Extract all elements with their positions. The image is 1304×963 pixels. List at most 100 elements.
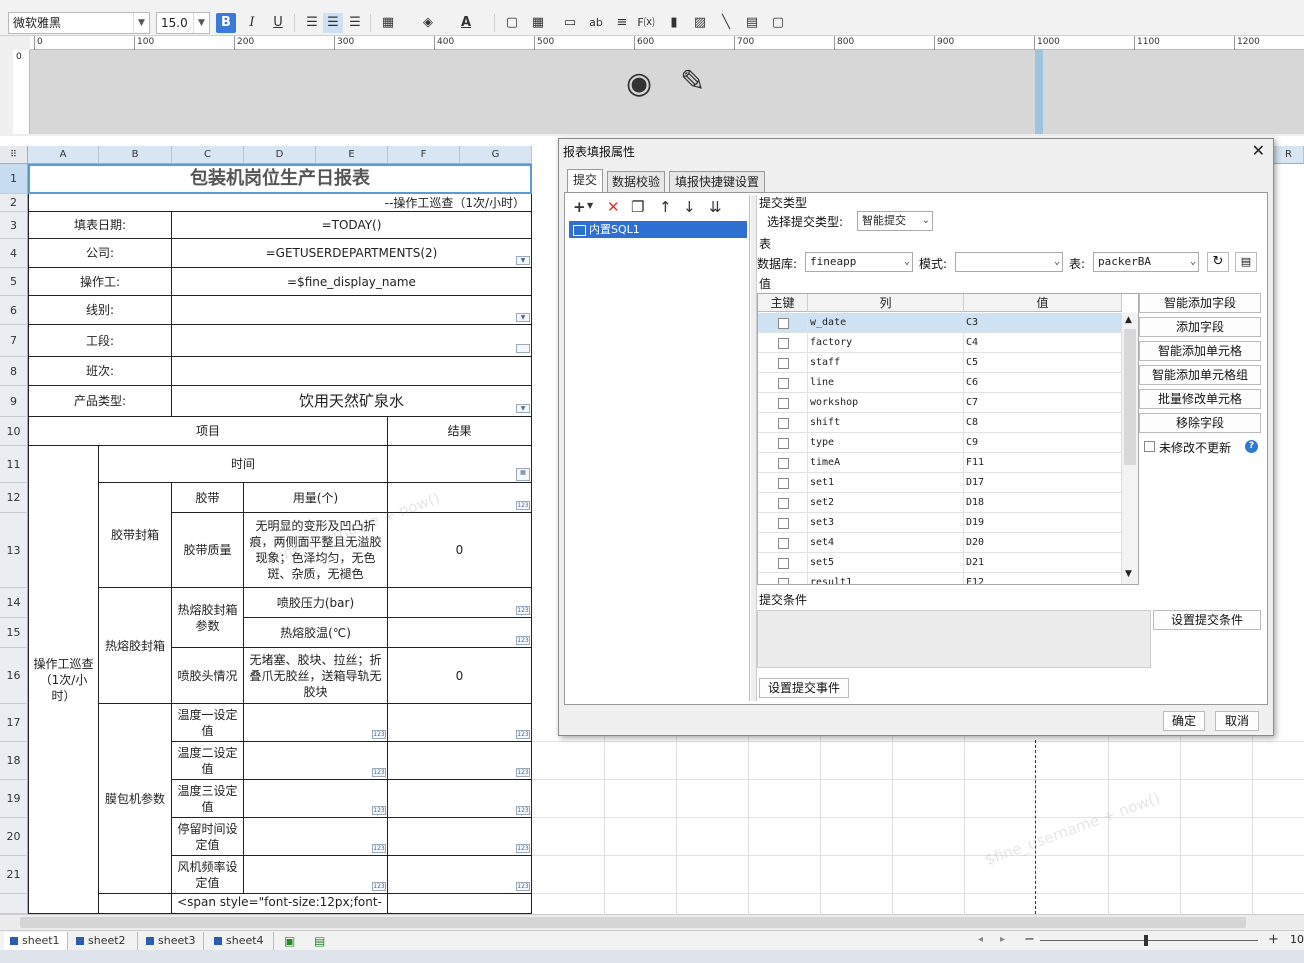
add-icon[interactable]: +: [573, 198, 586, 216]
sheet-tab-4[interactable]: sheet4: [208, 932, 274, 950]
subtitle-cell[interactable]: --操作工巡查（1次/小时）: [28, 194, 532, 212]
tab-submit[interactable]: 提交: [567, 169, 603, 192]
zoom-in-icon[interactable]: +: [1268, 932, 1279, 947]
preview-table-icon[interactable]: ▤: [1235, 252, 1257, 272]
fan-freq-result[interactable]: [388, 856, 532, 894]
row-header-2[interactable]: 2: [0, 194, 28, 212]
table-row[interactable]: factory C4: [758, 333, 1122, 353]
font-color-icon[interactable]: A: [456, 13, 476, 33]
primary-key-checkbox[interactable]: [778, 458, 789, 469]
primary-key-checkbox[interactable]: [778, 538, 789, 549]
text-field-icon[interactable]: ▭: [560, 13, 580, 33]
col-header-b[interactable]: B: [99, 146, 172, 164]
fan-freq-cell[interactable]: [244, 856, 388, 894]
company-label[interactable]: 公司:: [28, 239, 172, 268]
bold-button[interactable]: B: [216, 13, 236, 33]
help-icon[interactable]: ?: [1245, 440, 1258, 453]
row22-b[interactable]: [99, 894, 172, 914]
font-name-select[interactable]: 微软雅黑 ▼: [8, 12, 150, 34]
table-row[interactable]: type C9: [758, 433, 1122, 453]
temp1-cell[interactable]: [244, 704, 388, 742]
primary-key-checkbox[interactable]: [778, 398, 789, 409]
font-size-select[interactable]: 15.0 ▼: [156, 12, 210, 34]
stay-time-cell[interactable]: [244, 818, 388, 856]
scroll-down-icon[interactable]: ▼: [1125, 569, 1132, 579]
sql-list-item[interactable]: 内置SQL1: [569, 221, 747, 238]
border-icon[interactable]: ▦: [378, 13, 398, 33]
nozzle-result[interactable]: 0: [388, 648, 532, 704]
table-row[interactable]: set3 D19: [758, 513, 1122, 533]
table-row[interactable]: set4 D20: [758, 533, 1122, 553]
text-ab-icon[interactable]: ab: [586, 13, 606, 33]
primary-key-checkbox[interactable]: [778, 518, 789, 529]
mode-select[interactable]: ⌄: [955, 252, 1063, 272]
fill-date-label[interactable]: 填表日期:: [28, 212, 172, 239]
primary-key-checkbox[interactable]: [778, 438, 789, 449]
pencil-icon[interactable]: ✎: [680, 64, 705, 99]
fan-freq-label[interactable]: 风机频率设定值: [172, 856, 244, 894]
ok-button[interactable]: 确定: [1163, 711, 1205, 731]
row-header-18[interactable]: 18: [0, 742, 28, 780]
table-row[interactable]: line C6: [758, 373, 1122, 393]
row-header-9[interactable]: 9: [0, 386, 28, 417]
spray-pressure-cell[interactable]: [388, 588, 532, 618]
submit-type-select[interactable]: 智能提交 ⌄: [857, 211, 933, 231]
underline-button[interactable]: U: [268, 13, 288, 33]
table-row[interactable]: set5 D21: [758, 553, 1122, 573]
temp2-result[interactable]: [388, 742, 532, 780]
scroll-thumb[interactable]: [1124, 329, 1136, 465]
refresh-icon[interactable]: ↻: [1207, 252, 1229, 272]
row-header-16[interactable]: 16: [0, 648, 28, 704]
close-icon[interactable]: ✕: [1252, 141, 1265, 160]
stay-time-label[interactable]: 停留时间设定值: [172, 818, 244, 856]
primary-key-checkbox[interactable]: [778, 478, 789, 489]
row-header-5[interactable]: 5: [0, 268, 28, 296]
table-icon[interactable]: ▦: [528, 13, 548, 33]
line-label[interactable]: 线别:: [28, 296, 172, 325]
cancel-button[interactable]: 取消: [1215, 711, 1259, 731]
primary-key-checkbox[interactable]: [778, 558, 789, 569]
hotmelt-temp-label[interactable]: 热熔胶温(℃): [244, 618, 388, 648]
col-header-d[interactable]: D: [244, 146, 316, 164]
shift-label[interactable]: 班次:: [28, 357, 172, 386]
nozzle-desc[interactable]: 无堵塞、胶块、拉丝；折叠爪无胶丝，送箱导轨无胶块: [244, 648, 388, 704]
time-cell[interactable]: [388, 446, 532, 483]
col-header-f[interactable]: F: [388, 146, 460, 164]
temp1-result[interactable]: [388, 704, 532, 742]
tab-scroll-left-icon[interactable]: ◂: [978, 934, 983, 945]
align-right-icon[interactable]: ☰: [345, 13, 365, 33]
copy-icon[interactable]: ❐: [631, 198, 644, 216]
remove-field-button[interactable]: 移除字段: [1139, 413, 1261, 433]
usage-label[interactable]: 用量(个): [244, 483, 388, 513]
table-row[interactable]: workshop C7: [758, 393, 1122, 413]
fill-date-cell[interactable]: =TODAY(): [172, 212, 532, 239]
zoom-out-icon[interactable]: −: [1024, 932, 1035, 947]
merge-cells-icon[interactable]: ▢: [502, 13, 522, 33]
row-header-6[interactable]: 6: [0, 296, 28, 325]
primary-key-checkbox[interactable]: [778, 418, 789, 429]
stay-time-result[interactable]: [388, 818, 532, 856]
row-header-19[interactable]: 19: [0, 780, 28, 818]
row-header-12[interactable]: 12: [0, 483, 28, 513]
table-row[interactable]: result1 F12: [758, 573, 1122, 584]
report-title-cell[interactable]: 包装机岗位生产日报表: [28, 164, 532, 194]
zoom-slider-handle[interactable]: [1144, 935, 1148, 946]
submit-condition-area[interactable]: [757, 610, 1151, 668]
row-header-15[interactable]: 15: [0, 618, 28, 648]
col-header-g[interactable]: G: [460, 146, 532, 164]
row-header-8[interactable]: 8: [0, 357, 28, 386]
scroll-up-icon[interactable]: ▲: [1125, 315, 1132, 325]
set-event-button[interactable]: 设置提交事件: [759, 678, 849, 698]
batch-edit-cell-button[interactable]: 批量修改单元格: [1139, 389, 1261, 409]
subreport-icon[interactable]: ▤: [742, 13, 762, 33]
row-header-3[interactable]: 3: [0, 212, 28, 239]
move-up-icon[interactable]: ↑: [659, 198, 672, 216]
delete-icon[interactable]: ✕: [607, 198, 620, 216]
row-header-13[interactable]: 13: [0, 513, 28, 588]
horizontal-scrollbar[interactable]: [0, 914, 1304, 930]
scroll-thumb[interactable]: [20, 917, 1246, 928]
tab-data-validation[interactable]: 数据校验: [607, 171, 665, 192]
product-cell[interactable]: 饮用天然矿泉水: [172, 386, 532, 417]
add-field-button[interactable]: 添加字段: [1139, 317, 1261, 337]
col-header-e[interactable]: E: [316, 146, 388, 164]
